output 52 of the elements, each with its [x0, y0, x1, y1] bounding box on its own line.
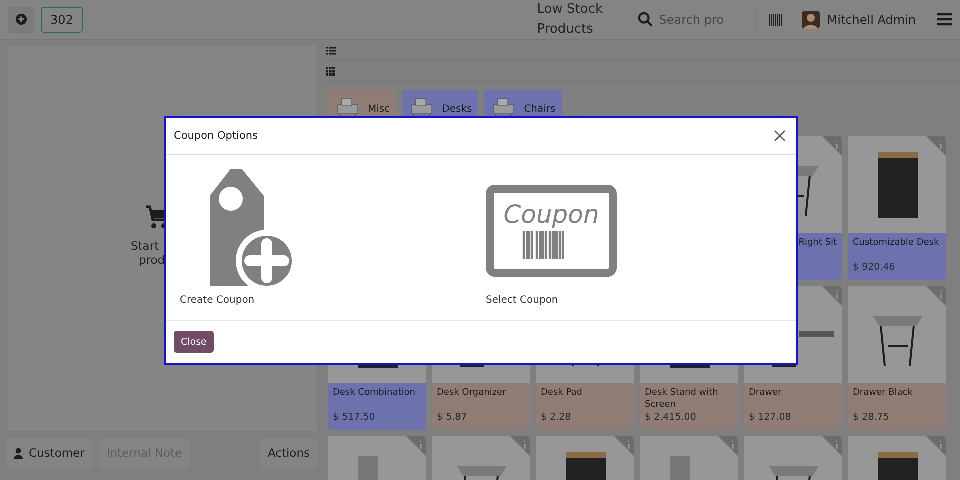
- info-corner-icon[interactable]: [926, 136, 946, 156]
- product-name: Customizable Desk: [853, 237, 940, 249]
- close-button[interactable]: Close: [174, 331, 214, 353]
- info-corner-icon[interactable]: [614, 436, 634, 456]
- info-corner-icon[interactable]: [926, 286, 946, 306]
- info-corner-icon[interactable]: [926, 436, 946, 456]
- product-name: Drawer Black: [853, 387, 914, 399]
- product-name: Right Sit: [798, 237, 837, 249]
- customer-button[interactable]: Customer: [6, 438, 93, 468]
- product-price: $ 28.75: [853, 412, 890, 423]
- info-corner-icon[interactable]: [822, 136, 842, 156]
- product-name: Desk Stand with Screen: [645, 387, 720, 411]
- product-name: Desk Pad: [541, 387, 584, 399]
- user-name[interactable]: Mitchell Admin: [827, 12, 916, 26]
- grid-view-icon[interactable]: [326, 67, 335, 76]
- search-icon: [638, 12, 654, 27]
- product-name: Desk Organizer: [437, 387, 508, 399]
- coupon-option[interactable]: Create Coupon: [180, 169, 486, 320]
- info-corner-icon[interactable]: [822, 286, 842, 306]
- product-price: $ 920.46: [853, 262, 896, 273]
- product-card[interactable]: Customizable Desk $ 920.46: [848, 136, 946, 280]
- option-label: Create Coupon: [180, 295, 255, 306]
- info-corner-icon[interactable]: [510, 436, 530, 456]
- close-icon[interactable]: [774, 130, 786, 142]
- info-corner-icon[interactable]: [406, 436, 426, 456]
- product-price: $ 517.50: [333, 412, 376, 423]
- option-label: Select Coupon: [486, 295, 558, 306]
- product-card[interactable]: Drawer Black $ 28.75: [848, 286, 946, 430]
- product-price: $ 2,415.00: [645, 412, 698, 423]
- coupon-option[interactable]: Coupon Select Coupon: [486, 169, 782, 320]
- action-button[interactable]: Actions: [260, 438, 318, 468]
- product-price: $ 2.28: [541, 412, 572, 423]
- product-name: Desk Combination: [333, 387, 416, 399]
- search-field[interactable]: Search pro: [638, 12, 740, 27]
- product-price: $ 127.08: [749, 412, 792, 423]
- coupon-ticket-icon: Coupon: [486, 185, 617, 277]
- product-price: $ 5.87: [437, 412, 468, 423]
- list-view-icon[interactable]: [326, 46, 336, 54]
- empty-order-text: Start: [131, 239, 160, 253]
- info-corner-icon[interactable]: [718, 436, 738, 456]
- empty-order-text: prod: [139, 253, 166, 267]
- order-tab[interactable]: 302: [41, 6, 83, 32]
- info-corner-icon[interactable]: [822, 436, 842, 456]
- product-name: Drawer: [749, 387, 783, 399]
- low-stock-link[interactable]: Low Stock Products: [537, 0, 624, 40]
- menu-icon[interactable]: [937, 13, 952, 26]
- person-icon: [14, 448, 23, 458]
- avatar-icon: [802, 10, 820, 28]
- plus-circle-icon: [16, 14, 26, 25]
- dialog-title: Coupon Options: [174, 130, 258, 142]
- new-order-button[interactable]: [8, 6, 34, 32]
- barcode-icon[interactable]: [769, 12, 784, 26]
